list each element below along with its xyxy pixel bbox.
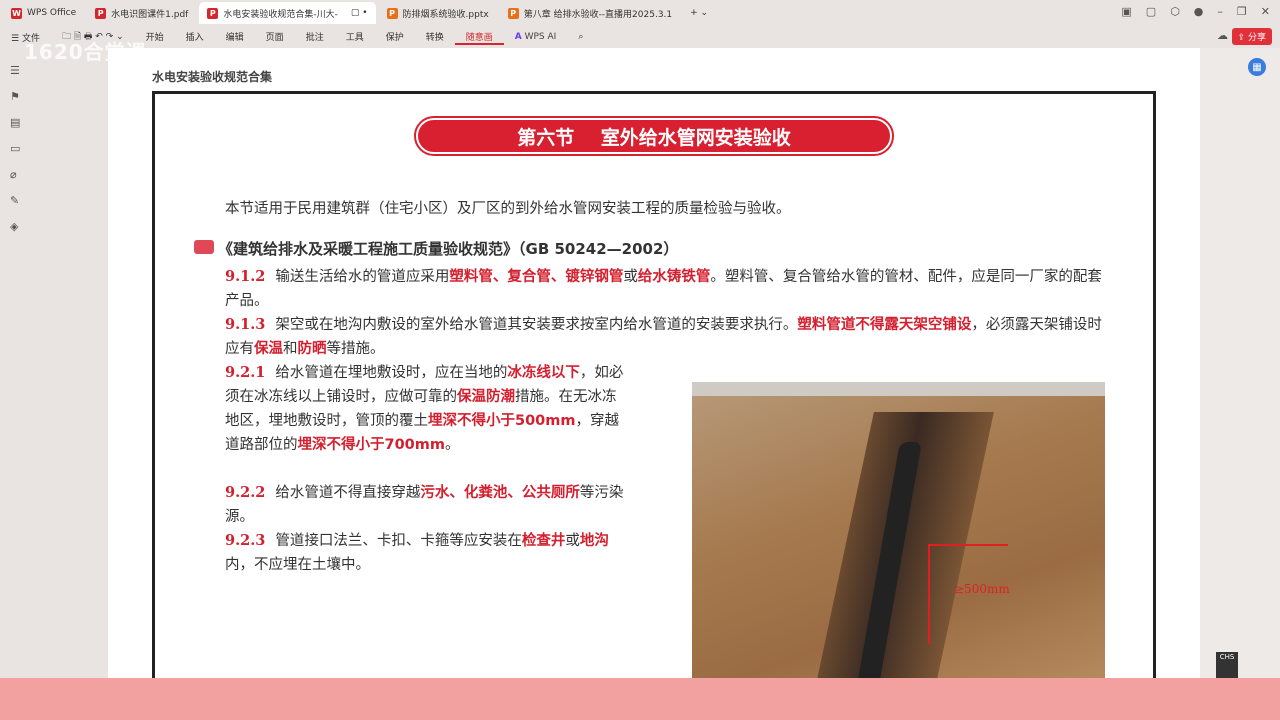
file-type-icon: P <box>207 7 219 19</box>
clause-text: 给水管道在埋地敷设时，应在当地的 <box>275 365 508 381</box>
tab-close-icon[interactable]: ▢ • <box>351 8 368 18</box>
dimension-label: ≥500mm <box>954 582 1010 596</box>
clause-text: 。 <box>445 437 460 453</box>
tab-4[interactable]: P 第八章 给排水验收--直播用2025.3.1 <box>500 2 680 24</box>
search-icon[interactable]: ⌕ <box>567 32 594 42</box>
layout-icon[interactable]: ▢ <box>1146 5 1156 18</box>
clause-number: 9.2.2 <box>225 484 266 501</box>
highlight-text: 给水铸铁管 <box>637 269 711 285</box>
highlight-text: 埋深不得小于700mm <box>297 437 446 453</box>
close-button[interactable]: ✕ <box>1261 5 1270 18</box>
bottom-overlay-bar <box>0 678 1280 720</box>
assistant-icon[interactable]: ▦ <box>1248 58 1266 76</box>
sign-icon[interactable]: ✎ <box>10 194 20 207</box>
file-type-icon: W <box>11 7 22 19</box>
highlight-text: 保温 <box>254 341 283 357</box>
minimize-button[interactable]: – <box>1217 5 1223 18</box>
clause-text: 内，不应埋在土壤中。 <box>225 557 370 573</box>
right-panel <box>1200 48 1280 680</box>
toolbar: ☰ 文件 🗀 🗎 🖶 ↶ ↷ ⌄ 开始 插入 编辑 页面 批注 工具 保护 转换 随意画 A W… <box>0 26 1280 48</box>
clause-text: 或 <box>565 533 580 549</box>
tab-label: WPS Office <box>27 8 77 18</box>
outline-icon[interactable]: ☰ <box>10 64 20 77</box>
tab-menu-8[interactable]: 随意画 <box>454 30 504 45</box>
layers-icon[interactable]: ◈ <box>10 220 20 233</box>
avatar[interactable]: ● <box>1194 5 1204 18</box>
ime-indicator[interactable]: CHS <box>1216 652 1238 678</box>
dimension-line <box>928 544 1008 546</box>
attachment-icon[interactable]: ⌀ <box>10 168 20 181</box>
document-header: 水电安装验收规范合集 <box>152 70 273 84</box>
tab-label: 水电安装验收规范合集-川大- <box>223 9 338 20</box>
tab-2[interactable]: P 水电安装验收规范合集-川大- ▢ • <box>199 2 376 24</box>
clause-number: 9.2.3 <box>225 532 266 549</box>
trench-photo: ≥500mm <box>692 382 1105 680</box>
standard-title: 《建筑给排水及采暖工程施工质量验收规范》（GB 50242—2002） <box>218 240 679 258</box>
cloud-upload-icon[interactable]: ☁ <box>1217 29 1228 42</box>
intro-text: 本节适用于民用建筑群（住宅小区）及厂区的到外给水管网安装工程的质量检验与验收。 <box>225 201 791 217</box>
clause-9-1-3: 9.1.3 架空或在地沟内敷设的室外给水管道其安装要求按室内给水管道的安装要求执行… <box>225 313 1110 361</box>
tab-bar: W WPS Office P 水电识图课件1.pdf P 水电安装验收规范合集-川大- ▢ … <box>0 0 1280 26</box>
photo-background <box>692 382 1105 396</box>
clause-number: 9.1.2 <box>225 268 266 285</box>
highlight-text: 检查井 <box>521 533 566 549</box>
tab-0[interactable]: W WPS Office <box>3 2 84 24</box>
share-button[interactable]: ⇪ 分享 <box>1231 28 1272 45</box>
dimension-arrow <box>928 544 930 644</box>
file-type-icon: P <box>386 7 398 19</box>
tab-label: 水电识图课件1.pdf <box>111 9 189 20</box>
tab-menu-6[interactable]: 保护 <box>375 30 415 45</box>
tab-menu-5[interactable]: 工具 <box>335 30 375 45</box>
highlight-text: 防晒 <box>297 341 327 357</box>
clause-text: 或 <box>623 269 638 285</box>
file-type-icon: P <box>95 7 107 19</box>
restore-button[interactable]: ❐ <box>1237 5 1247 18</box>
clause-9-2-1: 9.2.1 给水管道在埋地敷设时，应在当地的冰冻线以下，如必须在冰冻线以上铺设时，… <box>225 361 630 457</box>
wps-ai-label: WPS AI <box>524 32 557 42</box>
tab-label: 防排烟系统验收.pptx <box>402 9 489 20</box>
bookmark-marker-icon <box>194 240 214 254</box>
highlight-text: 埋深不得小于500mm <box>428 413 576 429</box>
clause-9-2-3: 9.2.3 管道接口法兰、卡扣、卡箍等应安装在检查井或地沟内，不应埋在土壤中。 <box>225 529 630 577</box>
file-type-icon: P <box>507 7 519 19</box>
clause-9-1-2: 9.1.2 输送生活给水的管道应采用塑料管、复合管、镀锌钢管或给水铸铁管。塑料管、… <box>225 265 1110 313</box>
comment-icon[interactable]: ▭ <box>10 142 20 155</box>
tab-menu-1[interactable]: 插入 <box>175 30 215 45</box>
clause-number: 9.2.1 <box>225 364 266 381</box>
clause-text: 管道接口法兰、卡扣、卡箍等应安装在 <box>275 533 522 549</box>
clause-text: 输送生活给水的管道应采用 <box>275 269 450 285</box>
tab-menu-7[interactable]: 转换 <box>415 30 455 45</box>
thumbnail-icon[interactable]: ▤ <box>10 116 20 129</box>
wps-ai-button[interactable]: A WPS AI <box>504 32 568 42</box>
clause-text: 给水管道不得直接穿越 <box>275 485 421 501</box>
tab-3[interactable]: P 防排烟系统验收.pptx <box>379 2 497 24</box>
section-banner: 第六节 室外给水管网安装验收 <box>414 116 894 156</box>
clause-text: 等措施。 <box>326 341 385 357</box>
tab-menu-2[interactable]: 编辑 <box>215 30 255 45</box>
left-sidebar: ☰ ⚑ ▤ ▭ ⌀ ✎ ◈ <box>10 64 20 233</box>
image-icon[interactable]: ▣ <box>1121 5 1131 18</box>
highlight-text: 保温防潮 <box>457 389 515 405</box>
highlight-text: 地沟 <box>579 533 609 549</box>
clause-number: 9.1.3 <box>225 316 266 333</box>
highlight-text: 污水、化粪池、公共厕所 <box>420 485 580 501</box>
tab-menu-4[interactable]: 批注 <box>295 30 335 45</box>
new-tab-button[interactable]: + ⌄ <box>690 8 708 18</box>
tab-menu-3[interactable]: 页面 <box>255 30 295 45</box>
clause-text: 架空或在地沟内敷设的室外给水管道其安装要求按室内给水管道的安装要求执行。 <box>275 317 798 333</box>
bookmark-icon[interactable]: ⚑ <box>10 90 20 103</box>
clause-9-2-2: 9.2.2 给水管道不得直接穿越污水、化粪池、公共厕所等污染源。 <box>225 481 630 529</box>
clause-text: 和 <box>283 341 298 357</box>
highlight-text: 冰冻线以下 <box>507 365 580 381</box>
cube-icon[interactable]: ⬡ <box>1170 5 1180 18</box>
share-label: 分享 <box>1247 33 1266 43</box>
tab-1[interactable]: P 水电识图课件1.pdf <box>87 2 196 24</box>
window-controls: ▣ ▢ ⬡ ● – ❐ ✕ <box>1121 5 1270 18</box>
tab-label: 第八章 给排水验收--直播用2025.3.1 <box>523 9 673 20</box>
highlight-text: 塑料管、复合管、镀锌钢管 <box>449 269 624 285</box>
highlight-text: 塑料管道不得露天架空铺设 <box>797 317 972 333</box>
